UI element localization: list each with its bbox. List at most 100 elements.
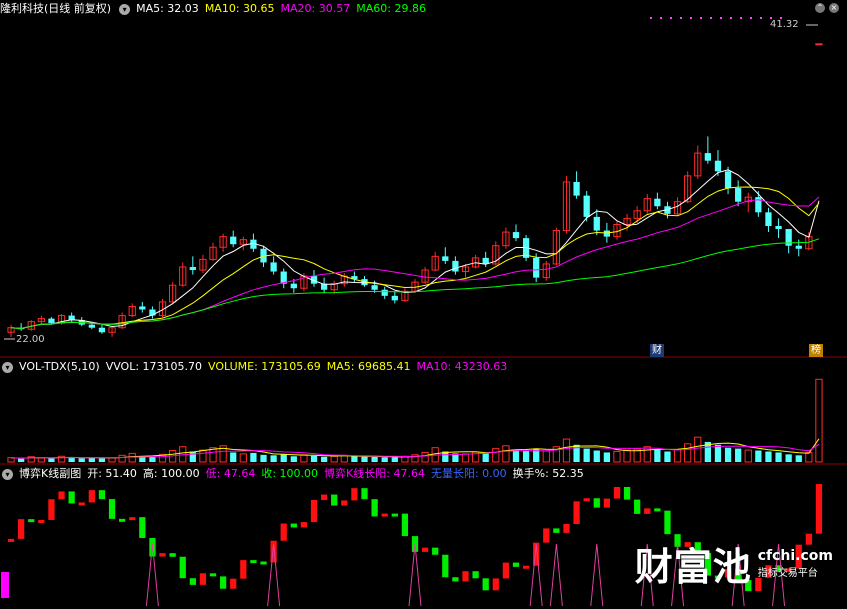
top-dot-marker	[750, 17, 752, 19]
game-k-bar	[169, 553, 176, 557]
volume-bar	[310, 455, 318, 462]
chevron-down-icon[interactable]: ▾	[119, 3, 131, 15]
candle-body	[270, 262, 277, 272]
game-k-bar	[543, 528, 550, 543]
candle-body	[714, 160, 722, 172]
game-k-bar	[331, 494, 338, 506]
candle-body	[573, 181, 580, 196]
game-k-bar	[472, 571, 479, 579]
vol-title[interactable]: VOL-TDX(5,10)	[19, 359, 100, 375]
game-k-bar	[58, 491, 65, 500]
game-k-bar	[482, 578, 489, 591]
close-value: 收: 100.00	[261, 467, 319, 480]
chevron-down-icon[interactable]: ▾	[2, 361, 13, 373]
game-k-bar	[351, 488, 358, 501]
top-dot-marker	[740, 17, 742, 19]
bottom-title[interactable]: 博弈K线副图	[19, 466, 81, 482]
candle-body	[654, 198, 661, 207]
volume-bar	[664, 451, 671, 462]
volume-bar	[724, 447, 732, 462]
game-k-bar	[462, 571, 469, 582]
top-dot-marker	[650, 17, 652, 19]
candle-body	[189, 266, 196, 271]
game-k-bar	[129, 517, 136, 521]
game-k-bar	[139, 517, 146, 538]
volume-bar	[461, 453, 470, 463]
game-k-bar	[815, 484, 823, 534]
top-dot-marker	[720, 17, 722, 19]
game-k-bar	[88, 490, 95, 503]
candle-body	[452, 260, 459, 272]
candle-body	[775, 225, 782, 230]
volume-bar	[815, 378, 823, 463]
game-k-bar	[401, 513, 409, 537]
watermark-logo-text: 财富池	[634, 544, 752, 589]
stock-title[interactable]: 隆利科技(日线 前复权)	[0, 1, 111, 17]
candle-body	[583, 195, 590, 217]
volume-bar	[320, 456, 328, 462]
ranking-tag[interactable]: 榜	[809, 344, 823, 357]
volume-bar	[280, 454, 287, 462]
volume-bar	[714, 444, 722, 462]
volume-bar	[654, 449, 661, 462]
volume-bar	[371, 456, 378, 462]
volume-bar	[512, 449, 520, 462]
turnover-value: 换手%: 52.35	[512, 467, 584, 480]
top-dot-marker	[710, 17, 712, 19]
candle-body	[603, 230, 611, 237]
volume-bar	[250, 452, 257, 462]
top-dot-marker	[690, 17, 692, 19]
volume-bar	[199, 449, 207, 463]
volume-bar	[37, 457, 45, 463]
game-k-bar	[290, 523, 297, 528]
volume-bar	[583, 448, 590, 462]
vol-ma10-value: MA10: 43230.63	[416, 360, 508, 373]
candle-body	[735, 188, 742, 202]
volume-bar	[290, 456, 297, 462]
spike-line	[408, 543, 422, 607]
game-k-bar	[18, 519, 25, 539]
game-k-bar	[634, 499, 641, 514]
volume-bar	[775, 452, 782, 462]
volume-bar	[755, 450, 762, 462]
game-k-bar	[603, 498, 611, 508]
game-k-bar	[260, 561, 267, 565]
game-k-bar	[391, 513, 398, 517]
volume-bar	[593, 450, 600, 462]
game-k-bar	[361, 488, 368, 500]
game-k-bar	[179, 556, 186, 579]
volume-bar	[18, 458, 25, 462]
chevron-down-icon[interactable]: ▾	[2, 468, 13, 480]
game-k-bar	[452, 577, 459, 582]
game-k-bar	[421, 547, 429, 552]
game-k-bar	[209, 573, 217, 577]
collapse-icon[interactable]: ⌃	[815, 3, 825, 13]
close-icon[interactable]: ×	[829, 3, 839, 13]
candle-body	[88, 324, 95, 328]
top-dot-marker	[760, 17, 762, 19]
volume-bar	[613, 450, 621, 463]
bottom-header: ▾ 博弈K线副图 开: 51.40 高: 100.00 低: 47.64 收: …	[0, 466, 590, 482]
volume-bar	[673, 449, 682, 463]
high-price-marker: 41.32	[770, 19, 799, 30]
candle-body	[512, 232, 520, 239]
volume-bar	[78, 458, 85, 462]
watermark: 财富池 cfchi.com 指标交易平台	[635, 536, 833, 591]
game-k-bar	[512, 562, 520, 567]
left-indicator-block	[1, 572, 9, 598]
chart-stage[interactable]: 隆利科技(日线 前复权) ▾ MA5: 32.03 MA10: 30.65 MA…	[0, 0, 847, 609]
watermark-subtitle: 指标交易平台	[757, 568, 818, 579]
volume-bar	[603, 452, 611, 462]
volume-bar	[351, 456, 358, 462]
volume-bar	[482, 452, 489, 462]
candle-body	[593, 216, 600, 231]
game-k-bar	[78, 502, 85, 506]
game-k-bar	[654, 508, 661, 512]
finance-tag[interactable]: 财	[650, 344, 664, 357]
volume-bar	[391, 457, 398, 462]
stock-chart-svg[interactable]	[0, 0, 847, 609]
volume-bar	[421, 451, 429, 463]
volume-bar	[330, 455, 338, 463]
volume-bar	[7, 457, 15, 463]
volume-bar	[643, 446, 651, 463]
